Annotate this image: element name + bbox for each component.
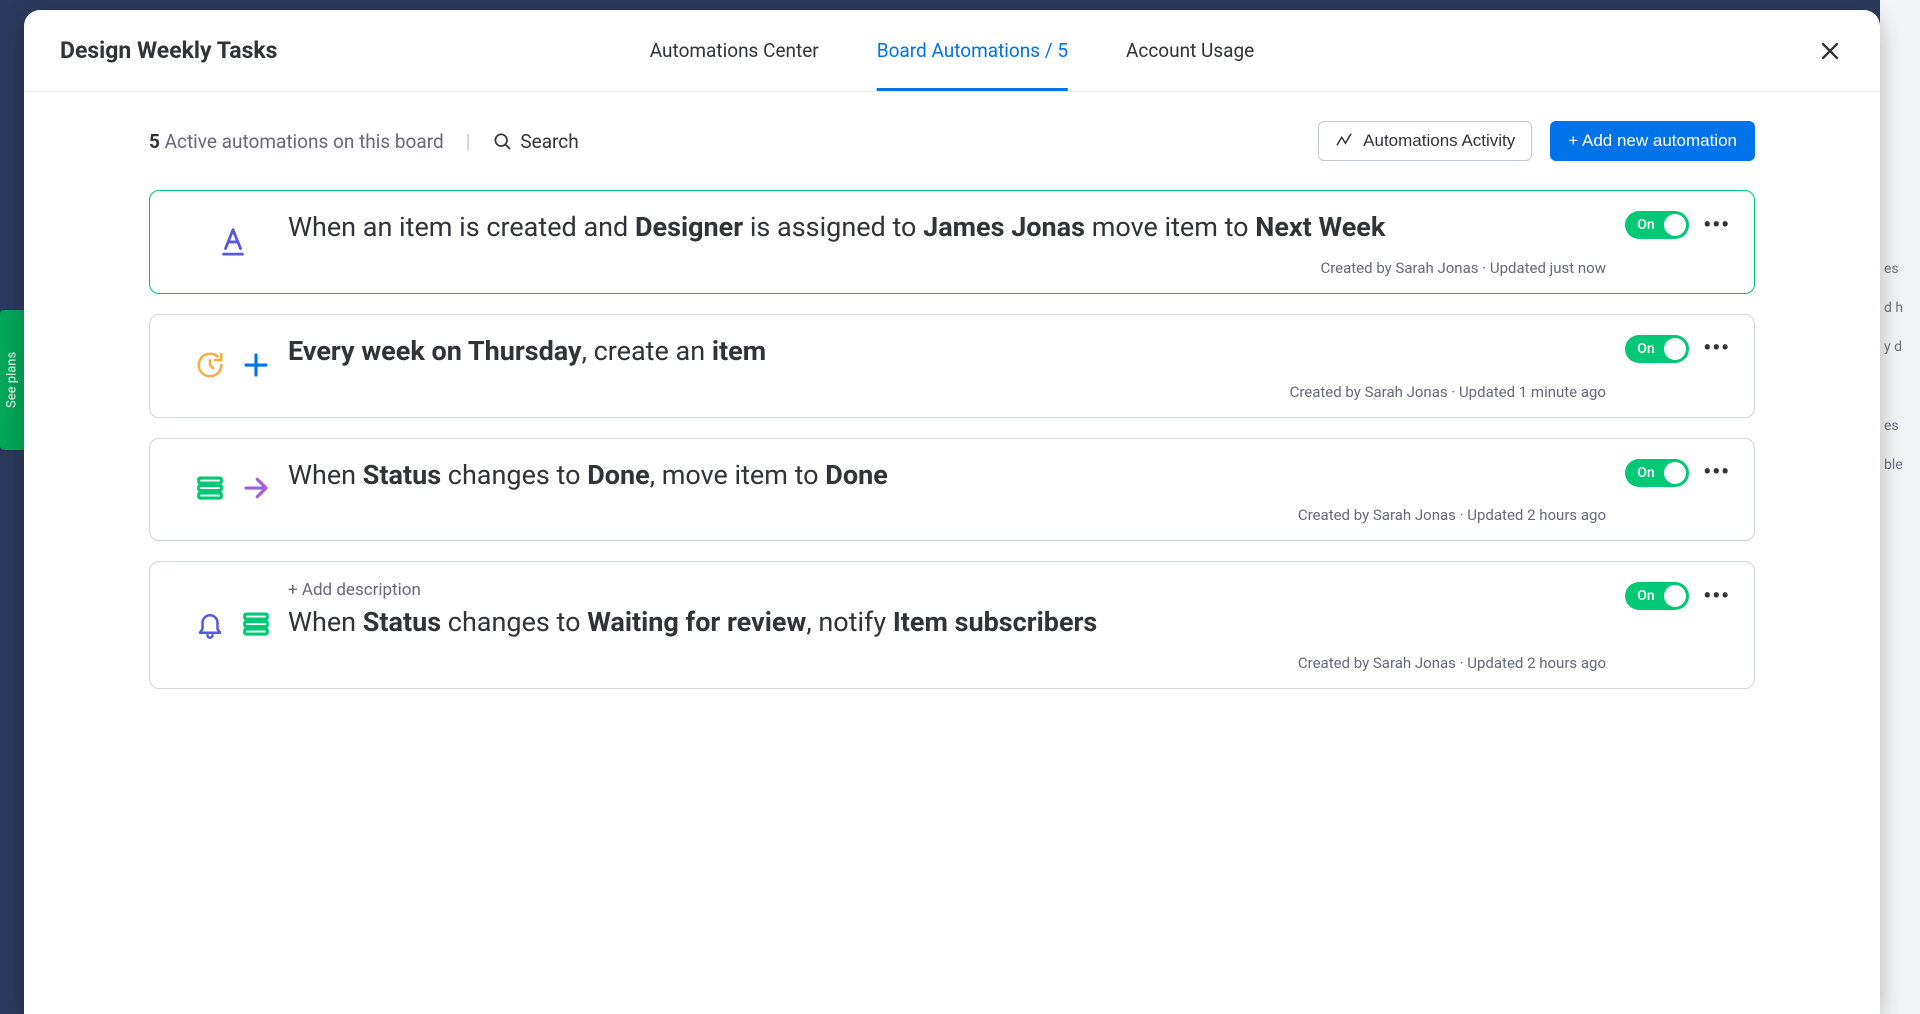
- card-content: + Add description When Status changes to …: [288, 580, 1726, 672]
- background-strip: esd hy d esble: [1880, 0, 1920, 1014]
- card-icons: [178, 457, 288, 525]
- search-input[interactable]: Search: [492, 130, 578, 153]
- card-icons: [178, 209, 288, 277]
- arrow-right-icon: [241, 473, 271, 507]
- automation-meta: Created by Sarah Jonas · Updated 1 minut…: [288, 383, 1606, 401]
- see-plans-tab[interactable]: See plans: [0, 310, 24, 450]
- add-new-automation-button[interactable]: + Add new automation: [1550, 121, 1755, 161]
- automation-card[interactable]: Every week on Thursday, create an item Cr…: [149, 314, 1755, 418]
- modal-body: 5 Active automations on this board | Sea…: [24, 92, 1880, 1014]
- card-controls: On •••: [1625, 582, 1730, 610]
- automation-meta: Created by Sarah Jonas · Updated 2 hours…: [288, 506, 1606, 524]
- automation-toggle[interactable]: On: [1625, 459, 1689, 487]
- card-content: When Status changes to Done, move item t…: [288, 457, 1726, 525]
- tabs: Automations Center Board Automations / 5…: [650, 10, 1254, 91]
- automation-card[interactable]: When Status changes to Done, move item t…: [149, 438, 1755, 542]
- automation-rule-text: When an item is created and Designer is …: [288, 209, 1606, 247]
- search-icon: [492, 131, 512, 151]
- bell-icon: [195, 609, 225, 643]
- divider: |: [466, 130, 471, 153]
- add-description-link[interactable]: + Add description: [288, 580, 1606, 600]
- plus-icon: [241, 350, 271, 384]
- automation-card[interactable]: When an item is created and Designer is …: [149, 190, 1755, 294]
- automations-count: 5 Active automations on this board: [149, 130, 444, 153]
- card-icons: [178, 333, 288, 401]
- automation-rule-text: When Status changes to Waiting for revie…: [288, 604, 1606, 642]
- tab-board-automations[interactable]: Board Automations / 5: [877, 10, 1068, 91]
- card-controls: On •••: [1625, 459, 1730, 487]
- automations-modal: Design Weekly Tasks Automations Center B…: [24, 10, 1880, 1014]
- card-controls: On •••: [1625, 211, 1730, 239]
- automation-toggle[interactable]: On: [1625, 211, 1689, 239]
- automation-toggle[interactable]: On: [1625, 582, 1689, 610]
- toolbar: 5 Active automations on this board | Sea…: [149, 100, 1755, 182]
- status-rows-icon: [241, 609, 271, 643]
- count-number: 5: [149, 130, 160, 153]
- card-content: When an item is created and Designer is …: [288, 209, 1726, 277]
- tab-account-usage[interactable]: Account Usage: [1126, 10, 1254, 91]
- card-content: Every week on Thursday, create an item Cr…: [288, 333, 1726, 401]
- automations-activity-button[interactable]: Automations Activity: [1318, 121, 1532, 161]
- tab-automations-center[interactable]: Automations Center: [650, 10, 819, 91]
- automation-more-menu[interactable]: •••: [1703, 343, 1730, 354]
- status-rows-icon: [195, 473, 225, 507]
- automation-more-menu[interactable]: •••: [1703, 591, 1730, 602]
- modal-header: Design Weekly Tasks Automations Center B…: [24, 10, 1880, 92]
- automation-card[interactable]: + Add description When Status changes to …: [149, 561, 1755, 689]
- automation-meta: Created by Sarah Jonas · Updated 2 hours…: [288, 654, 1606, 672]
- activity-icon: [1335, 132, 1353, 150]
- card-controls: On •••: [1625, 335, 1730, 363]
- close-button[interactable]: [1816, 37, 1844, 65]
- automation-more-menu[interactable]: •••: [1703, 467, 1730, 478]
- automation-more-menu[interactable]: •••: [1703, 220, 1730, 231]
- automation-toggle[interactable]: On: [1625, 335, 1689, 363]
- recurring-icon: [195, 350, 225, 384]
- close-icon: [1816, 37, 1844, 65]
- board-title: Design Weekly Tasks: [60, 37, 278, 64]
- assign-icon: [218, 224, 248, 262]
- count-suffix: Active automations on this board: [160, 130, 444, 153]
- card-icons: [178, 580, 288, 672]
- automation-rule-text: Every week on Thursday, create an item: [288, 333, 1606, 371]
- automation-rule-text: When Status changes to Done, move item t…: [288, 457, 1606, 495]
- automation-meta: Created by Sarah Jonas · Updated just no…: [288, 259, 1606, 277]
- search-label: Search: [520, 130, 578, 153]
- automation-list: When an item is created and Designer is …: [149, 182, 1755, 689]
